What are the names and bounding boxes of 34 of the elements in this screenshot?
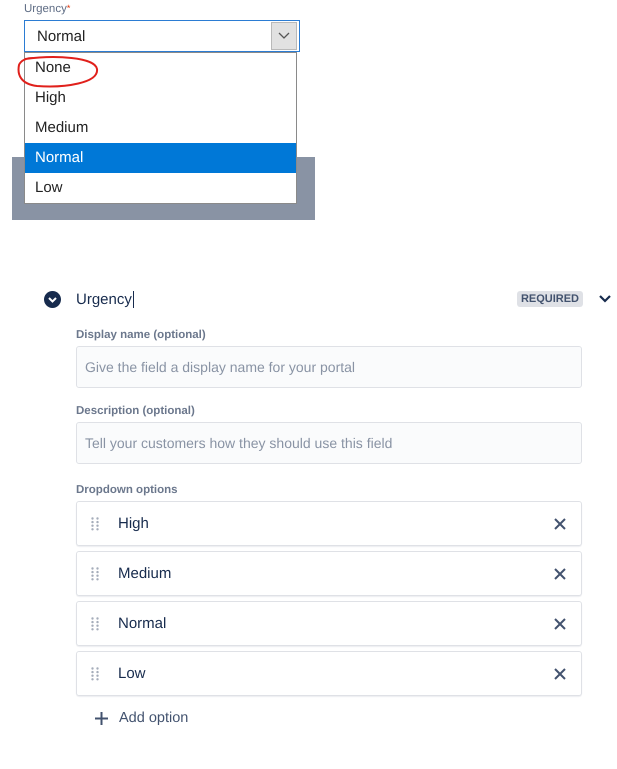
input-label: Description (optional)	[76, 405, 196, 417]
dropdown-option[interactable]: High	[25, 83, 296, 113]
close-icon[interactable]	[554, 568, 566, 580]
option-label: Medium	[118, 565, 172, 582]
close-icon[interactable]	[554, 618, 566, 630]
urgency-select[interactable]: Normal	[24, 20, 300, 52]
field-label: Urgency*	[24, 3, 70, 15]
required-badge: REQUIRED	[516, 291, 583, 307]
option-label: High	[118, 515, 150, 532]
drag-handle-icon[interactable]	[91, 616, 99, 630]
add-option-button[interactable]: Add option	[95, 710, 188, 726]
close-icon[interactable]	[554, 518, 566, 530]
dropdown-option[interactable]: None	[25, 53, 296, 83]
drag-handle-icon[interactable]	[91, 566, 99, 580]
plus-icon	[95, 712, 108, 724]
option-row[interactable]: Normal	[76, 601, 582, 646]
drag-handle-icon[interactable]	[91, 666, 99, 680]
field-name[interactable]: Urgency	[76, 290, 134, 308]
option-row[interactable]: Low	[76, 651, 582, 696]
collapse-icon[interactable]	[44, 290, 61, 308]
option-row[interactable]: Medium	[76, 551, 582, 596]
dropdown-option[interactable]: Low	[25, 173, 296, 203]
section-label: Dropdown options	[76, 484, 179, 496]
option-label: Normal	[118, 615, 168, 632]
input-field[interactable]: Tell your customers how they should use this field	[76, 422, 582, 464]
input-field[interactable]: Give the field a display name for your portal	[76, 346, 582, 388]
dropdown-option[interactable]: Medium	[25, 113, 296, 143]
close-icon[interactable]	[554, 668, 566, 680]
chevron-down-icon	[278, 32, 290, 40]
input-label: Display name (optional)	[76, 329, 207, 341]
dropdown-option[interactable]: Normal	[25, 143, 296, 173]
option-row[interactable]: High	[76, 501, 582, 546]
option-label: Low	[118, 665, 147, 682]
drag-handle-icon[interactable]	[91, 516, 99, 530]
